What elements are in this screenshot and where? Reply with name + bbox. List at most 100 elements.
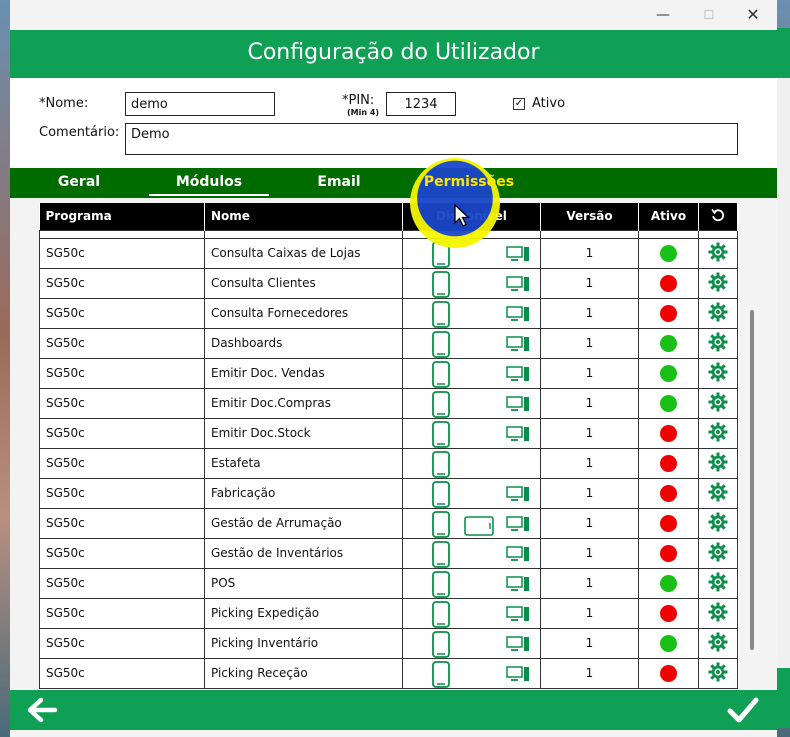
close-button[interactable]: ✕ [742,4,764,26]
phone-icon[interactable] [431,361,451,388]
gear-icon[interactable] [708,572,728,592]
cell-ativo[interactable] [638,267,699,299]
table-scrollbar[interactable] [750,310,754,650]
table-row[interactable]: SG50c Picking Expedição 1 [39,597,738,629]
gear-icon[interactable] [708,662,728,682]
active-status-icon[interactable] [660,634,677,652]
col-versao[interactable]: Versão [540,203,639,230]
inactive-status-icon[interactable] [660,424,677,442]
gear-icon[interactable] [708,272,728,292]
gear-icon[interactable] [708,632,728,652]
tab-permissoes[interactable]: Permissões [419,168,519,196]
desktop-icon[interactable] [506,516,530,532]
table-row[interactable]: SG50c Dashboards 1 [39,327,738,359]
inactive-status-icon[interactable] [660,544,677,562]
cell-settings[interactable] [698,537,738,569]
cell-settings[interactable] [698,657,738,689]
tab-geral[interactable]: Geral [49,168,109,196]
inactive-status-icon[interactable] [660,514,677,532]
cell-settings[interactable] [698,237,738,269]
desktop-icon[interactable] [506,576,530,592]
table-row[interactable]: SG50c Fabricação 1 [39,477,738,509]
cell-settings[interactable] [698,627,738,659]
cell-settings[interactable] [698,567,738,599]
table-row[interactable]: SG50c Consulta Caixas de Lojas 1 [39,237,738,269]
gear-icon[interactable] [708,242,728,262]
table-row[interactable]: SG50c Emitir Doc.Compras 1 [39,387,738,419]
phone-icon[interactable] [431,391,451,418]
inactive-status-icon[interactable] [660,604,677,622]
table-row[interactable]: SG50c Gestão de Inventários 1 [39,537,738,569]
gear-icon[interactable] [708,302,728,322]
cell-ativo[interactable] [638,237,699,269]
phone-icon[interactable] [431,661,451,688]
phone-icon[interactable] [431,481,451,508]
cell-settings[interactable] [698,447,738,479]
cell-settings[interactable] [698,297,738,329]
phone-icon[interactable] [431,271,451,298]
gear-icon[interactable] [708,332,728,352]
refresh-button[interactable] [698,203,738,230]
phone-icon[interactable] [431,331,451,358]
inactive-status-icon[interactable] [660,454,677,472]
cell-ativo[interactable] [638,477,699,509]
desktop-icon[interactable] [506,366,530,382]
cell-ativo[interactable] [638,297,699,329]
desktop-icon[interactable] [506,546,530,562]
phone-icon[interactable] [431,241,451,268]
comentario-input[interactable]: Demo [125,123,738,155]
cell-ativo[interactable] [638,537,699,569]
gear-icon[interactable] [708,512,728,532]
active-status-icon[interactable] [660,364,677,382]
inactive-status-icon[interactable] [660,274,677,292]
gear-icon[interactable] [708,422,728,442]
inactive-status-icon[interactable] [660,484,677,502]
table-row[interactable]: SG50c Picking Inventário 1 [39,627,738,659]
table-row[interactable]: SG50c Emitir Doc.Stock 1 [39,417,738,449]
gear-icon[interactable] [708,452,728,472]
desktop-icon[interactable] [506,246,530,262]
tab-modulos[interactable]: Módulos [149,168,269,196]
phone-icon[interactable] [431,451,451,478]
cell-settings[interactable] [698,387,738,419]
tablet-icon[interactable] [464,516,494,536]
gear-icon[interactable] [708,602,728,622]
back-arrow-icon[interactable] [25,695,61,725]
cell-settings[interactable] [698,267,738,299]
desktop-icon[interactable] [506,276,530,292]
nome-input[interactable] [125,92,275,116]
desktop-icon[interactable] [506,306,530,322]
desktop-icon[interactable] [506,336,530,352]
inactive-status-icon[interactable] [660,304,677,322]
table-row[interactable]: SG50c Picking Receção 1 [39,657,738,689]
desktop-icon[interactable] [506,426,530,442]
desktop-icon[interactable] [506,636,530,652]
cell-ativo[interactable] [638,387,699,419]
active-status-icon[interactable] [660,394,677,412]
col-nome[interactable]: Nome [204,203,403,230]
minimize-button[interactable]: — [652,4,674,26]
cell-ativo[interactable] [638,597,699,629]
table-row[interactable]: SG50c POS 1 [39,567,738,599]
cell-settings[interactable] [698,327,738,359]
phone-icon[interactable] [431,631,451,658]
active-status-icon[interactable] [660,574,677,592]
cell-settings[interactable] [698,417,738,449]
desktop-icon[interactable] [506,606,530,622]
table-row[interactable]: SG50c Estafeta 1 [39,447,738,479]
cell-ativo[interactable] [638,567,699,599]
maximize-button[interactable]: ☐ [698,4,720,26]
cell-ativo[interactable] [638,657,699,689]
inactive-status-icon[interactable] [660,664,677,682]
desktop-icon[interactable] [506,486,530,502]
cell-settings[interactable] [698,477,738,509]
phone-icon[interactable] [431,511,451,538]
table-row[interactable]: SG50c Consulta Fornecedores 1 [39,297,738,329]
col-ativo[interactable]: Ativo [638,203,699,230]
gear-icon[interactable] [708,362,728,382]
active-status-icon[interactable] [660,244,677,262]
ativo-checkbox[interactable]: ✓ [513,98,525,110]
phone-icon[interactable] [431,421,451,448]
gear-icon[interactable] [708,392,728,412]
col-programa[interactable]: Programa [39,203,205,230]
